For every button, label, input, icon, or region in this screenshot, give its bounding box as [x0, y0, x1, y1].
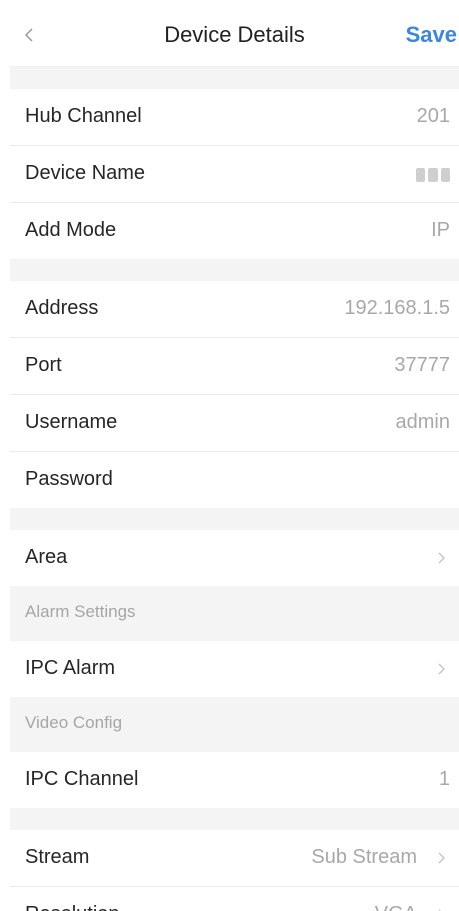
- navigation-bar: Device Details Save: [10, 0, 459, 67]
- stream-row[interactable]: Stream Sub Stream: [10, 830, 459, 887]
- resolution-label: Resolution: [25, 903, 120, 911]
- ipc-alarm-row[interactable]: IPC Alarm: [10, 641, 459, 697]
- video-config-title: Video Config: [25, 713, 123, 732]
- device-name-row[interactable]: Device Name: [10, 146, 459, 203]
- ipc-channel-label: IPC Channel: [25, 768, 139, 790]
- device-name-label: Device Name: [25, 162, 146, 184]
- password-row[interactable]: Password: [10, 452, 459, 508]
- stream-label: Stream: [25, 846, 90, 868]
- ipc-channel-row: IPC Channel 1: [10, 752, 459, 808]
- hub-channel-label: Hub Channel: [25, 105, 142, 127]
- save-button[interactable]: Save: [406, 22, 457, 48]
- area-row[interactable]: Area: [10, 530, 459, 586]
- add-mode-row: Add Mode IP: [10, 203, 459, 259]
- address-value: 192.168.1.5: [344, 297, 450, 319]
- username-value: admin: [395, 411, 450, 433]
- port-label: Port: [25, 354, 62, 376]
- resolution-row[interactable]: Resolution VGA: [10, 887, 459, 911]
- password-label: Password: [25, 468, 113, 490]
- ipc-alarm-label: IPC Alarm: [25, 657, 116, 679]
- resolution-value: VGA: [375, 903, 417, 911]
- hub-channel-row: Hub Channel 201: [10, 89, 459, 146]
- address-label: Address: [25, 297, 99, 319]
- alarm-settings-title: Alarm Settings: [25, 602, 136, 621]
- chevron-right-icon: [438, 663, 445, 675]
- chevron-right-icon: [438, 552, 445, 564]
- chevron-right-icon: [438, 852, 445, 864]
- stream-value: Sub Stream: [311, 846, 417, 868]
- alarm-settings-section: Alarm Settings: [10, 586, 459, 641]
- device-name-redacted-value: [416, 168, 450, 182]
- add-mode-value: IP: [431, 219, 450, 241]
- add-mode-label: Add Mode: [25, 219, 117, 241]
- device-details-screen: Device Details Save Hub Channel 201 Devi…: [10, 0, 459, 911]
- hub-channel-value: 201: [416, 105, 450, 127]
- port-value: 37777: [394, 354, 450, 376]
- area-label: Area: [25, 546, 68, 568]
- username-row[interactable]: Username admin: [10, 395, 459, 452]
- address-row[interactable]: Address 192.168.1.5: [10, 281, 459, 338]
- username-label: Username: [25, 411, 118, 433]
- ipc-channel-value: 1: [438, 768, 450, 790]
- port-row[interactable]: Port 37777: [10, 338, 459, 395]
- video-config-section: Video Config: [10, 697, 459, 752]
- page-title: Device Details: [164, 22, 305, 47]
